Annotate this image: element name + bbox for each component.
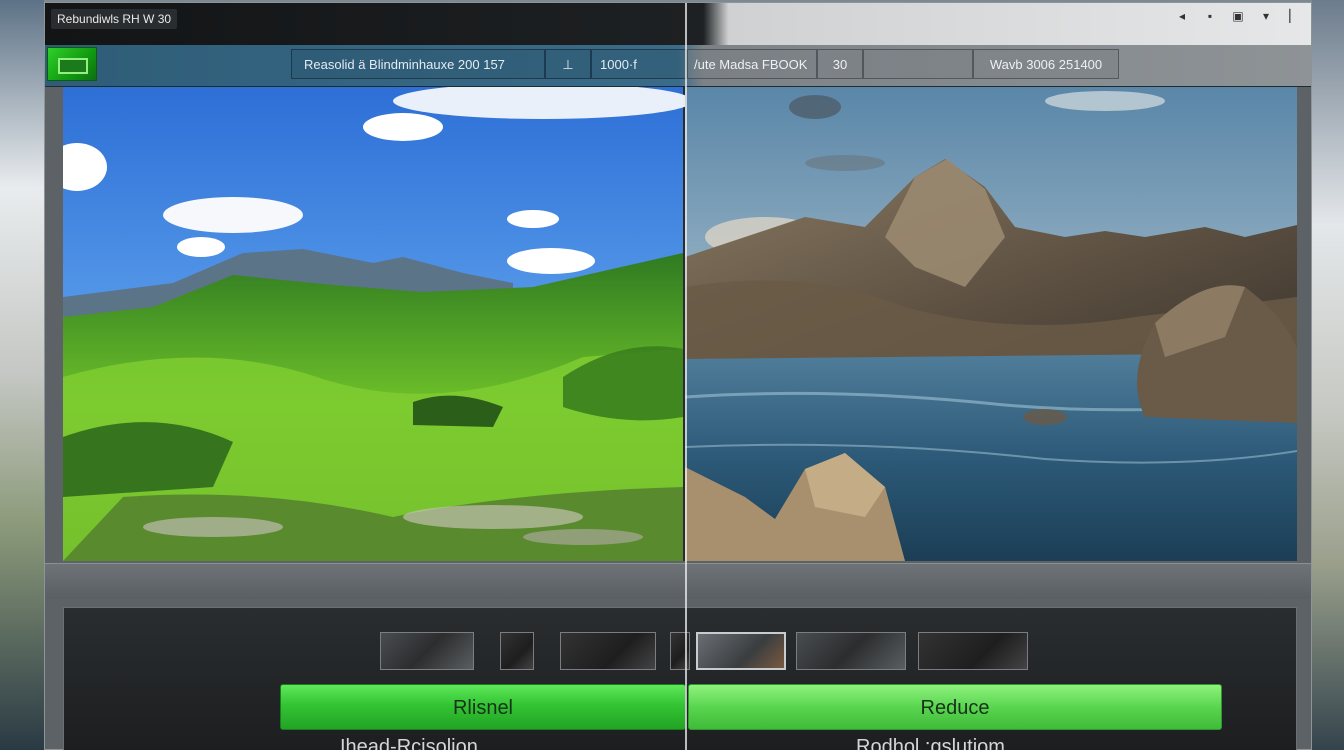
control-panel: Rlisnel Reduce Ihead-Rcisolion Rodhol :g… <box>63 607 1297 750</box>
dropdown-icon[interactable]: ▾ <box>1259 9 1273 23</box>
background-left <box>0 0 44 750</box>
right-caption: Rodhol :gslutiom <box>856 736 1005 750</box>
thumbnail-3[interactable] <box>560 632 656 670</box>
background-right <box>1312 0 1344 750</box>
source-info-field[interactable]: Reasolid ä Blindminhauxe 200 157 <box>291 49 545 79</box>
app-window: Rebundiwls RH W 30 ◂ ▪ ▣ ▾ ▏ Reasolid ä … <box>44 2 1312 750</box>
spacer-field <box>863 49 973 79</box>
window-title: Rebundiwls RH W 30 <box>51 9 178 29</box>
thumbnail-selected[interactable] <box>696 632 786 670</box>
left-caption: Ihead-Rcisolion <box>340 736 478 750</box>
restore-icon[interactable]: ▪ <box>1203 9 1217 23</box>
comparison-divider-handle[interactable] <box>685 3 687 750</box>
comparison-stage <box>63 87 1297 561</box>
output-size-field[interactable]: Wavb 3006 251400 <box>973 49 1119 79</box>
window-controls: ◂ ▪ ▣ ▾ ▏ <box>1175 9 1301 23</box>
maximize-icon[interactable]: ▣ <box>1231 9 1245 23</box>
processed-image <box>684 87 1297 561</box>
align-marker-button[interactable]: ⊥ <box>545 49 591 79</box>
reduce-button[interactable]: Reduce <box>688 684 1222 730</box>
left-value-field[interactable]: 1000·f <box>591 49 687 79</box>
comparison-images <box>63 87 1297 561</box>
title-bar: Rebundiwls RH W 30 ◂ ▪ ▣ ▾ ▏ <box>45 3 1311 45</box>
thumbnail-1[interactable] <box>380 632 474 670</box>
thumbnail-strip <box>380 632 1030 670</box>
thumbnail-2[interactable] <box>500 632 534 670</box>
close-icon[interactable]: ▏ <box>1287 9 1301 23</box>
status-strip <box>45 563 1311 599</box>
minimize-icon[interactable]: ◂ <box>1175 9 1189 23</box>
thumbnail-6[interactable] <box>918 632 1028 670</box>
left-action-button[interactable]: Rlisnel <box>280 684 686 730</box>
right-number-field[interactable]: 30 <box>817 49 863 79</box>
original-image <box>63 87 693 561</box>
thumbnail-4[interactable] <box>670 632 690 670</box>
target-info-field[interactable]: /ute Madsa FBOOK <box>687 49 817 79</box>
app-logo-icon[interactable] <box>47 47 97 81</box>
thumbnail-5[interactable] <box>796 632 906 670</box>
toolbar: Reasolid ä Blindminhauxe 200 157 ⊥ 1000·… <box>45 45 1311 87</box>
